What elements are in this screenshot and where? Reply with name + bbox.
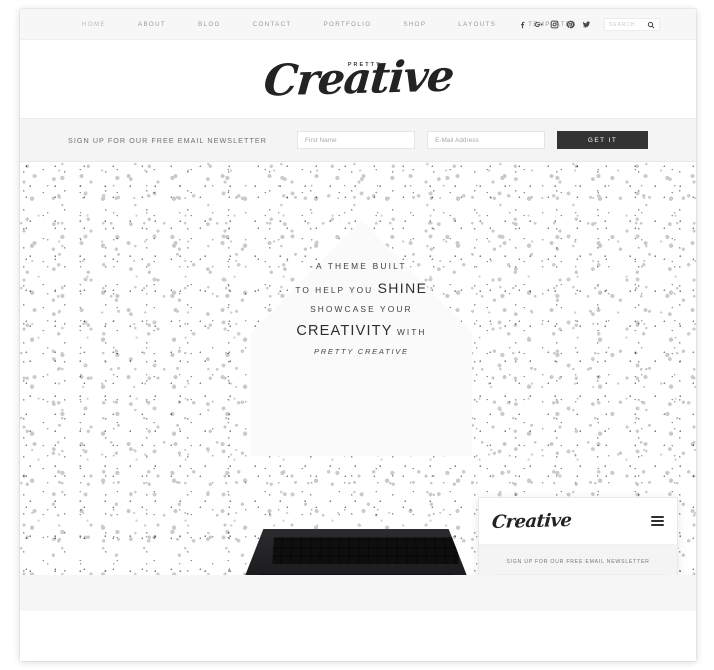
hero-line-4-tail: WITH (392, 326, 427, 337)
laptop-lid-keys (272, 537, 459, 565)
main-menu: HOME ABOUT BLOG CONTACT PORTFOLIO SHOP L… (66, 21, 593, 28)
site-preview-frame: HOME ABOUT BLOG CONTACT PORTFOLIO SHOP L… (20, 9, 696, 661)
hamburger-menu-icon[interactable] (651, 516, 664, 526)
hero-line-4-emphasis: CREATIVITY (296, 322, 393, 339)
newsletter-label: SIGN UP FOR OUR FREE EMAIL NEWSLETTER (68, 135, 267, 145)
site-logo-band: PRETTY Creative (20, 40, 696, 118)
site-logo[interactable]: PRETTY Creative (261, 51, 455, 106)
hero-line-5: PRETTY CREATIVE (313, 347, 409, 356)
nav-item-portfolio[interactable]: PORTFOLIO (308, 21, 388, 28)
instagram-icon[interactable] (550, 20, 559, 29)
nav-item-layouts[interactable]: LAYOUTS (442, 21, 512, 28)
hero-line-2-lead: TO HELP YOU (295, 284, 378, 295)
nav-item-home[interactable]: HOME (66, 21, 122, 28)
pinterest-icon[interactable] (566, 20, 575, 29)
nav-item-about[interactable]: ABOUT (122, 21, 182, 28)
facebook-icon[interactable] (518, 20, 527, 29)
mobile-newsletter-label: SIGN UP FOR OUR FREE EMAIL NEWSLETTER (506, 559, 650, 565)
first-name-input[interactable]: First Name (297, 131, 416, 149)
hero-headline-block: A THEME BUILT TO HELP YOU SHINE SHOWCASE… (246, 261, 476, 356)
twitter-icon[interactable] (582, 20, 591, 29)
hero-line-1: A THEME BUILT (316, 261, 407, 271)
nav-item-blog[interactable]: BLOG (182, 21, 237, 28)
hero-line-2: TO HELP YOU SHINE (246, 280, 476, 296)
newsletter-signup-bar: SIGN UP FOR OUR FREE EMAIL NEWSLETTER Fi… (20, 118, 696, 162)
search-input[interactable]: SEARCH (609, 22, 647, 28)
hero-line-2-emphasis: SHINE (377, 279, 428, 296)
mobile-logo[interactable]: Creative (491, 509, 572, 532)
nav-item-contact[interactable]: CONTACT (237, 21, 308, 28)
search-icon[interactable] (647, 21, 655, 29)
hero-section: A THEME BUILT TO HELP YOU SHINE SHOWCASE… (20, 162, 696, 611)
logo-script-text: Creative (261, 51, 455, 106)
google-plus-icon[interactable] (534, 20, 543, 29)
screenshot-stage: HOME ABOUT BLOG CONTACT PORTFOLIO SHOP L… (0, 0, 714, 670)
hero-line-4: CREATIVITY WITH (246, 323, 476, 339)
email-address-input[interactable]: E-Mail Address (427, 131, 546, 149)
nav-utilities: SEARCH (518, 9, 660, 40)
hero-bottom-band (20, 575, 696, 611)
hero-line-3: SHOWCASE YOUR (310, 304, 413, 314)
mobile-header: Creative (479, 498, 677, 545)
get-it-button[interactable]: GET IT (557, 131, 648, 149)
top-navigation-bar: HOME ABOUT BLOG CONTACT PORTFOLIO SHOP L… (20, 9, 696, 40)
search-box[interactable]: SEARCH (604, 18, 660, 31)
nav-item-shop[interactable]: SHOP (387, 21, 442, 28)
